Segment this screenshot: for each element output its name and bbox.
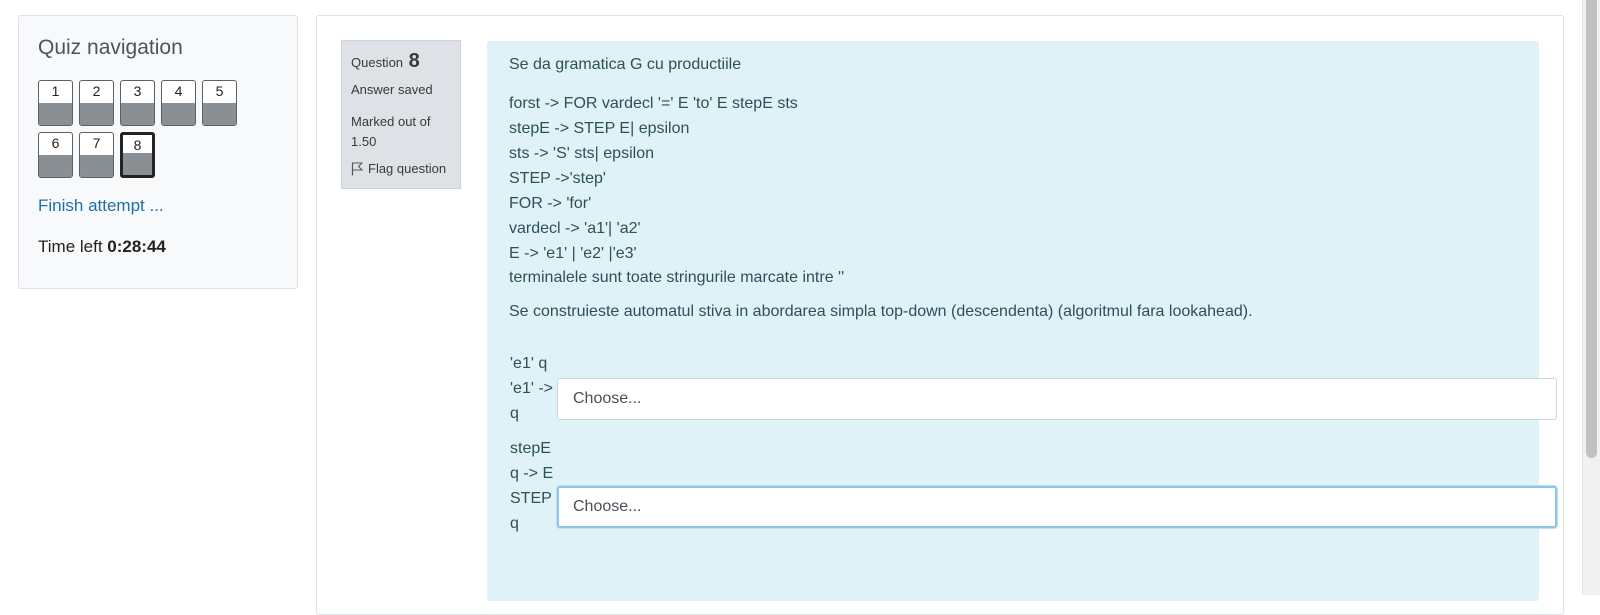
question-nav-number: 2	[92, 83, 101, 99]
answered-indicator	[162, 103, 195, 125]
flag-question-button[interactable]: Flag question	[351, 161, 446, 176]
question-intro: Se da gramatica G cu productiile	[509, 56, 742, 73]
question-nav-number: 1	[51, 83, 60, 99]
question-nav-number: 3	[133, 83, 142, 99]
question-info-box: Question 8 Answer saved Marked out of 1.…	[341, 40, 461, 189]
question-nav-number: 7	[92, 135, 101, 151]
quiz-navigation-block: Quiz navigation 1 2 3 4 5 6 7 8 Finish a…	[18, 15, 298, 289]
question-nav-button-7[interactable]: 7	[79, 132, 114, 178]
question-number-value: 8	[408, 50, 420, 72]
question-nav-button-3[interactable]: 3	[120, 80, 155, 126]
question-state: Answer saved	[351, 82, 433, 97]
terminals-note: terminalele sunt toate stringurile marca…	[509, 269, 845, 286]
question-nav-number: 6	[51, 135, 60, 151]
question-nav-button-1[interactable]: 1	[38, 80, 73, 126]
question-content: Se da gramatica G cu productiile forst -…	[487, 41, 1557, 601]
time-left-label: Time left	[38, 237, 103, 256]
production-line: E -> 'e1' | 'e2' |'e3'	[509, 245, 637, 262]
answer-select-1[interactable]: Choose...	[557, 378, 1557, 420]
quiz-navigation-title: Quiz navigation	[38, 36, 183, 59]
production-line: sts -> 'S' sts| epsilon	[509, 145, 654, 162]
question-grade: Marked out of 1.50	[351, 114, 431, 149]
answered-indicator	[203, 103, 236, 125]
answered-indicator	[121, 103, 154, 125]
production-line: STEP ->'step'	[509, 170, 606, 187]
question-number: Question 8	[351, 50, 420, 73]
question-nav-number: 5	[215, 83, 224, 99]
time-left-value: 0:28:44	[107, 237, 166, 256]
question-nav-number: 8	[133, 137, 142, 153]
production-line: stepE -> STEP E| epsilon	[509, 120, 690, 137]
answered-indicator	[39, 155, 72, 177]
flag-question-label: Flag question	[368, 161, 447, 176]
question-prefix: Question	[351, 55, 404, 70]
answered-indicator	[80, 155, 113, 177]
answer-select-2[interactable]: Choose...	[557, 486, 1557, 528]
question-nav-button-4[interactable]: 4	[161, 80, 196, 126]
flag-icon	[351, 162, 363, 175]
question-nav-button-5[interactable]: 5	[202, 80, 237, 126]
answered-indicator	[80, 103, 113, 125]
question-nav-number: 4	[174, 83, 183, 99]
scrollbar-thumb[interactable]	[1586, 0, 1597, 458]
question-nav-button-8-current[interactable]: 8	[120, 132, 155, 178]
match-item-label: stepE q -> E STEP q	[510, 440, 554, 532]
finish-attempt-link[interactable]: Finish attempt ...	[38, 196, 164, 216]
task-text: Se construieste automatul stiva in abord…	[509, 303, 1253, 320]
production-line: forst -> FOR vardecl '=' E 'to' E stepE …	[509, 95, 798, 112]
grammar-productions: forst -> FOR vardecl '=' E 'to' E stepE …	[509, 91, 798, 266]
time-left: Time left 0:28:44	[38, 237, 166, 257]
answered-indicator	[123, 153, 152, 175]
question-nav-button-6[interactable]: 6	[38, 132, 73, 178]
answered-indicator	[39, 103, 72, 125]
production-line: FOR -> 'for'	[509, 195, 592, 212]
question-nav-button-2[interactable]: 2	[79, 80, 114, 126]
vertical-scrollbar[interactable]	[1582, 0, 1600, 595]
production-line: vardecl -> 'a1'| 'a2'	[509, 220, 641, 237]
match-item-label: 'e1' q 'e1' -> q	[510, 355, 554, 422]
